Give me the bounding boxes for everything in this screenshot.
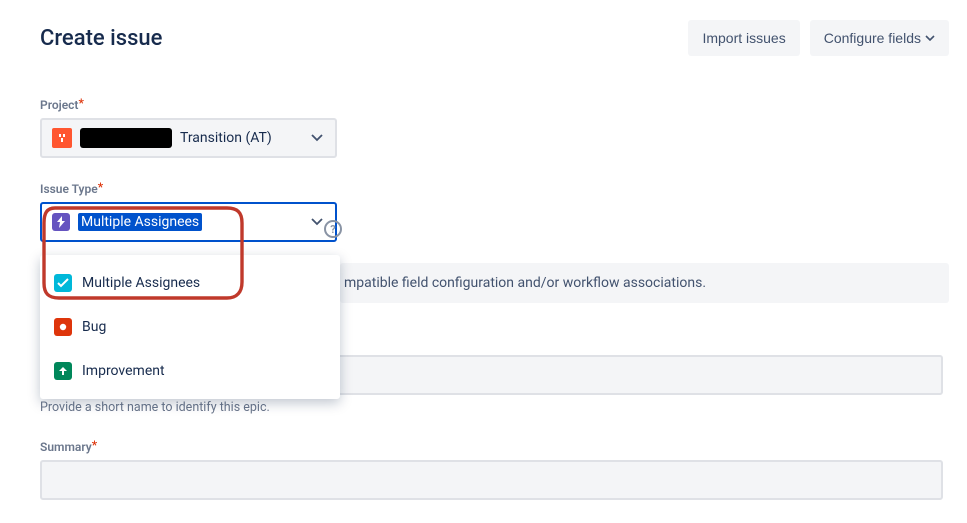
project-label: Project* <box>40 98 949 112</box>
option-label: Multiple Assignees <box>82 275 200 291</box>
issue-type-field: Issue Type* Multiple Assignees <box>40 182 949 242</box>
help-icon[interactable]: ? <box>324 220 342 238</box>
project-field: Project* Transition (AT) <box>40 98 949 158</box>
project-icon <box>52 128 72 148</box>
chevron-down-icon <box>925 35 935 41</box>
summary-field: Summary* <box>40 440 943 500</box>
import-issues-button[interactable]: Import issues <box>688 20 799 56</box>
epic-helper-text: Provide a short name to identify this ep… <box>40 400 270 415</box>
check-icon <box>54 274 72 292</box>
issue-type-dropdown: Multiple Assignees Bug Improvement <box>40 255 340 399</box>
header-actions: Import issues Configure fields <box>688 20 949 56</box>
required-asterisk: * <box>98 180 103 194</box>
issue-type-select[interactable]: Multiple Assignees <box>40 202 337 242</box>
option-label: Bug <box>82 319 106 335</box>
required-asterisk: * <box>78 96 83 110</box>
configure-fields-label: Configure fields <box>824 30 921 46</box>
summary-label: Summary* <box>40 440 943 454</box>
summary-label-text: Summary <box>40 440 92 454</box>
project-select[interactable]: Transition (AT) <box>40 118 337 158</box>
page-title: Create issue <box>40 26 162 51</box>
redacted-text <box>80 128 172 148</box>
summary-input[interactable] <box>40 460 943 500</box>
issue-type-hint: mpatible field configuration and/or work… <box>340 263 949 303</box>
issue-type-selected: Multiple Assignees <box>78 213 202 231</box>
issue-type-label-text: Issue Type <box>40 182 98 196</box>
option-label: Improvement <box>82 363 165 379</box>
import-issues-label: Import issues <box>702 30 785 46</box>
project-value-suffix: Transition (AT) <box>180 130 272 146</box>
required-asterisk: * <box>92 438 97 452</box>
project-label-text: Project <box>40 98 78 112</box>
bug-icon <box>54 318 72 336</box>
chevron-down-icon <box>311 218 323 226</box>
issue-type-option-improvement[interactable]: Improvement <box>40 349 340 393</box>
issue-type-option-multiple-assignees[interactable]: Multiple Assignees <box>40 261 340 305</box>
issue-type-label: Issue Type* <box>40 182 949 196</box>
arrow-up-icon <box>54 362 72 380</box>
lightning-icon <box>52 213 70 231</box>
configure-fields-button[interactable]: Configure fields <box>810 20 949 56</box>
hint-text: mpatible field configuration and/or work… <box>344 275 706 291</box>
chevron-down-icon <box>311 134 323 142</box>
issue-type-option-bug[interactable]: Bug <box>40 305 340 349</box>
